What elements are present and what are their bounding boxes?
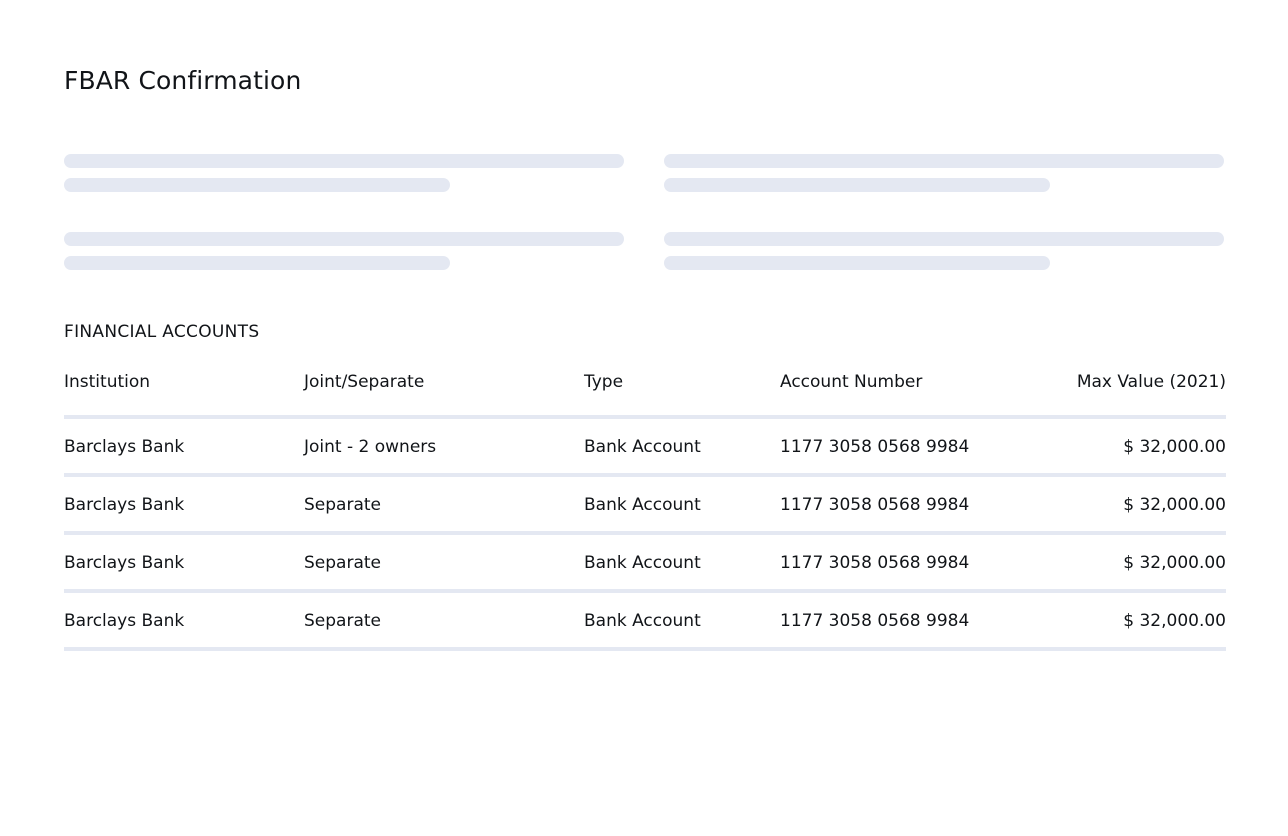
cell-institution: Barclays Bank <box>64 553 185 573</box>
cell-joint-separate: Joint - 2 owners <box>304 437 437 457</box>
cell-max-value: $ 32,000.00 <box>1123 437 1226 457</box>
cell-type: Bank Account <box>584 495 701 515</box>
skeleton-line <box>664 232 1224 246</box>
table-row: Barclays Bank Separate Bank Account 1177… <box>64 535 1226 593</box>
financial-accounts-heading: FINANCIAL ACCOUNTS <box>64 322 260 342</box>
column-header-joint-separate: Joint/Separate <box>304 372 425 392</box>
cell-type: Bank Account <box>584 553 701 573</box>
skeleton-line <box>664 256 1050 270</box>
skeleton-line <box>64 232 624 246</box>
table-row: Barclays Bank Separate Bank Account 1177… <box>64 593 1226 651</box>
column-header-type: Type <box>584 372 624 392</box>
skeleton-line <box>64 178 450 192</box>
cell-account-number: 1177 3058 0568 9984 <box>780 495 970 515</box>
skeleton-line <box>664 178 1050 192</box>
cell-max-value: $ 32,000.00 <box>1123 611 1226 631</box>
cell-institution: Barclays Bank <box>64 611 185 631</box>
skeleton-line <box>64 154 624 168</box>
column-header-account-number: Account Number <box>780 372 923 392</box>
column-header-max-value: Max Value (2021) <box>1076 372 1226 392</box>
cell-max-value: $ 32,000.00 <box>1123 495 1226 515</box>
page-title: FBAR Confirmation <box>64 66 302 95</box>
cell-joint-separate: Separate <box>304 553 381 573</box>
financial-accounts-table: Institution Joint/Separate Type Account … <box>64 356 1226 651</box>
cell-institution: Barclays Bank <box>64 495 185 515</box>
cell-type: Bank Account <box>584 611 701 631</box>
cell-type: Bank Account <box>584 437 701 457</box>
cell-joint-separate: Separate <box>304 495 381 515</box>
table-row: Barclays Bank Separate Bank Account 1177… <box>64 477 1226 535</box>
table-row: Barclays Bank Joint - 2 owners Bank Acco… <box>64 419 1226 477</box>
skeleton-line <box>664 154 1224 168</box>
cell-account-number: 1177 3058 0568 9984 <box>780 437 970 457</box>
cell-account-number: 1177 3058 0568 9984 <box>780 553 970 573</box>
skeleton-line <box>64 256 450 270</box>
cell-joint-separate: Separate <box>304 611 381 631</box>
cell-max-value: $ 32,000.00 <box>1123 553 1226 573</box>
cell-institution: Barclays Bank <box>64 437 185 457</box>
column-header-institution: Institution <box>64 372 151 392</box>
table-header-row: Institution Joint/Separate Type Account … <box>64 356 1226 419</box>
cell-account-number: 1177 3058 0568 9984 <box>780 611 970 631</box>
